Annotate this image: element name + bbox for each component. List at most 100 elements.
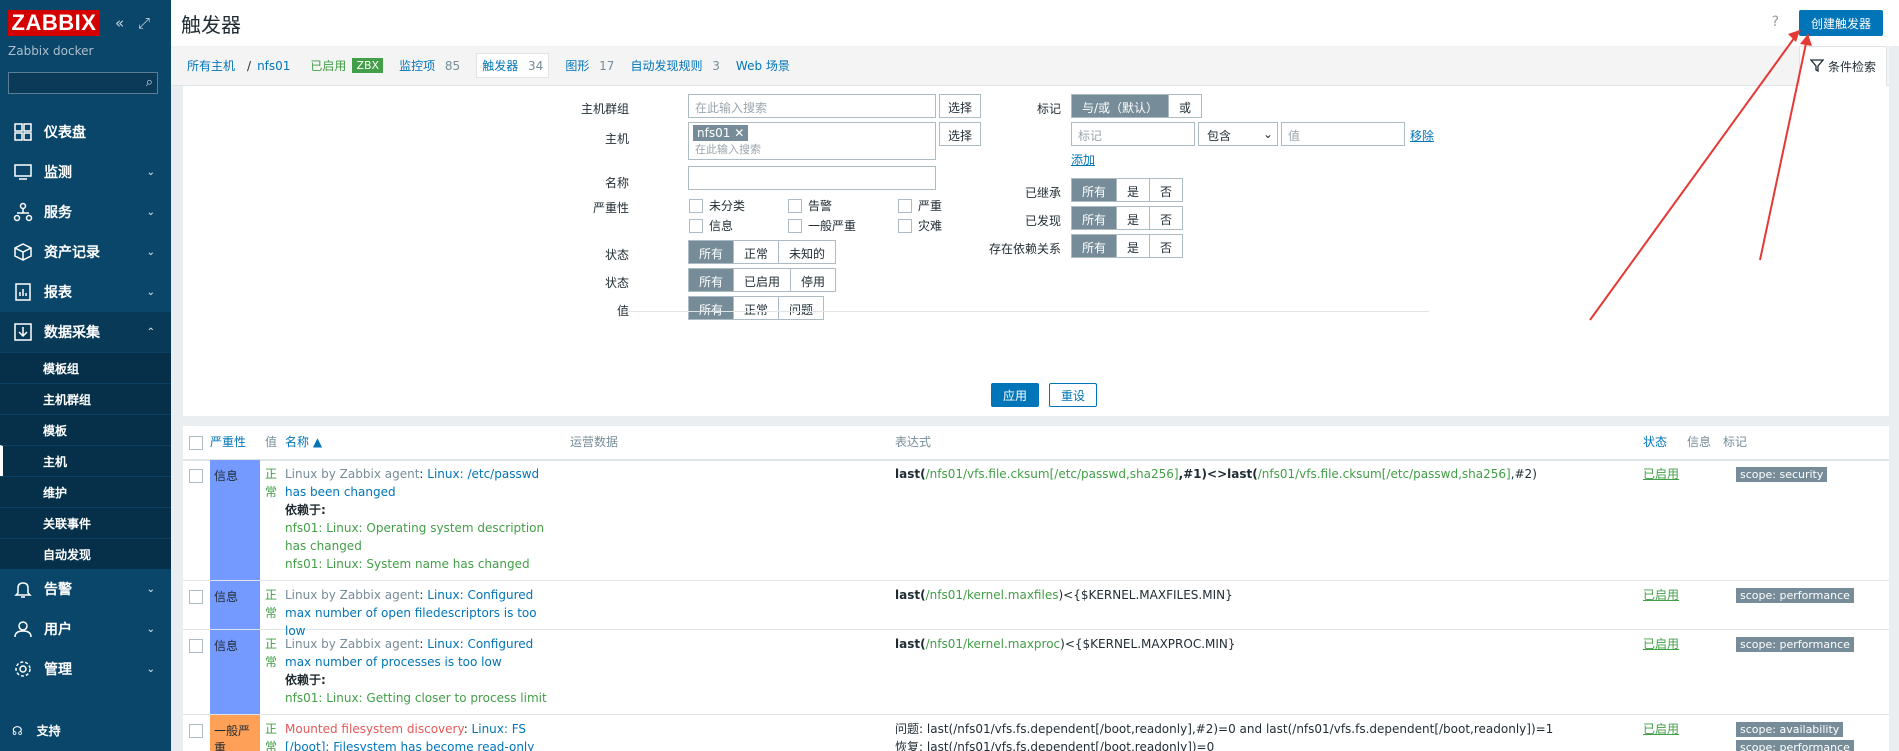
discovered-yes[interactable]: 是 bbox=[1117, 207, 1151, 229]
nav-graphs[interactable]: 图形 17 bbox=[565, 57, 614, 74]
status-link[interactable]: 已启用 bbox=[1643, 460, 1679, 482]
expr-item-link[interactable]: /nfs01/vfs.file.cksum[/etc/passwd,sha256… bbox=[926, 467, 1179, 481]
row-checkbox[interactable] bbox=[189, 590, 203, 604]
severity-average[interactable]: 一般严重 bbox=[788, 217, 856, 234]
menu-data-collection[interactable]: 数据采集 ⌃ bbox=[0, 312, 171, 352]
tags-and-or[interactable]: 与/或（默认） bbox=[1072, 95, 1170, 117]
severity-not-classified[interactable]: 未分类 bbox=[689, 197, 745, 214]
tags-or[interactable]: 或 bbox=[1169, 95, 1202, 117]
submenu-template-groups[interactable]: 模板组 bbox=[0, 352, 171, 383]
tag-badge[interactable]: scope: security bbox=[1736, 467, 1828, 482]
dependencies-all[interactable]: 所有 bbox=[1072, 235, 1118, 257]
submenu-maintenance[interactable]: 维护 bbox=[0, 476, 171, 507]
select-all-checkbox[interactable] bbox=[189, 436, 203, 450]
search-icon[interactable]: ⌕ bbox=[146, 75, 153, 90]
value-problem[interactable]: 问题 bbox=[779, 297, 824, 319]
submenu-templates[interactable]: 模板 bbox=[0, 414, 171, 445]
name-input[interactable] bbox=[688, 166, 936, 190]
status-all[interactable]: 所有 bbox=[689, 269, 735, 291]
remove-chip-icon[interactable]: ✕ bbox=[734, 126, 744, 140]
status-disabled[interactable]: 停用 bbox=[791, 269, 836, 291]
nav-discovery-rules[interactable]: 自动发现规则 3 bbox=[630, 57, 719, 74]
host-chip[interactable]: nfs01 ✕ bbox=[693, 125, 749, 141]
value-all[interactable]: 所有 bbox=[689, 297, 735, 319]
tag-badge[interactable]: scope: availability bbox=[1736, 722, 1844, 737]
menu-dashboard[interactable]: 仪表盘 bbox=[0, 112, 171, 152]
breadcrumb-host[interactable]: nfs01 bbox=[257, 59, 290, 73]
tag-badge[interactable]: scope: performance bbox=[1736, 740, 1854, 751]
filter-tab[interactable]: 条件检索 bbox=[1799, 46, 1887, 86]
host-input[interactable]: nfs01 ✕ 在此输入搜索 bbox=[688, 122, 936, 160]
nav-triggers[interactable]: 触发器 34 bbox=[476, 53, 550, 78]
state-all[interactable]: 所有 bbox=[689, 241, 735, 263]
col-severity[interactable]: 严重性 bbox=[210, 426, 246, 459]
menu-inventory[interactable]: 资产记录 ⌄ bbox=[0, 232, 171, 272]
submenu-discovery[interactable]: 自动发现 bbox=[0, 538, 171, 569]
nav-discovery-label[interactable]: 自动发现规则 bbox=[630, 59, 702, 73]
menu-monitoring[interactable]: 监测 ⌄ bbox=[0, 152, 171, 192]
nav-graphs-label[interactable]: 图形 bbox=[565, 59, 589, 73]
zabbix-logo[interactable]: ZABBIX bbox=[8, 10, 100, 36]
checkbox[interactable] bbox=[898, 198, 912, 213]
checkbox[interactable] bbox=[689, 198, 703, 213]
row-checkbox[interactable] bbox=[189, 469, 203, 483]
expr-item-link[interactable]: /nfs01/kernel.maxproc bbox=[926, 637, 1061, 651]
menu-alerts[interactable]: 告警 ⌄ bbox=[0, 569, 171, 609]
discovered-all[interactable]: 所有 bbox=[1072, 207, 1118, 229]
inherited-yes[interactable]: 是 bbox=[1117, 179, 1151, 201]
tag-badge[interactable]: scope: performance bbox=[1736, 588, 1854, 603]
breadcrumb-all-hosts[interactable]: 所有主机 bbox=[187, 57, 235, 74]
reset-button[interactable]: 重设 bbox=[1049, 383, 1097, 407]
severity-information[interactable]: 信息 bbox=[689, 217, 733, 234]
tag-badge[interactable]: scope: performance bbox=[1736, 637, 1854, 652]
inherited-all[interactable]: 所有 bbox=[1072, 179, 1118, 201]
kiosk-mode-icon[interactable]: ⤢ bbox=[138, 14, 150, 32]
dependency-link[interactable]: nfs01: Linux: Operating system descripti… bbox=[285, 521, 544, 553]
status-link[interactable]: 已启用 bbox=[1643, 630, 1679, 652]
checkbox[interactable] bbox=[788, 198, 802, 213]
dependencies-no[interactable]: 否 bbox=[1150, 235, 1183, 257]
help-icon[interactable]: ? bbox=[1772, 14, 1779, 30]
state-unknown[interactable]: 未知的 bbox=[779, 241, 836, 263]
collapse-sidebar-icon[interactable]: « bbox=[115, 14, 124, 32]
submenu-hosts[interactable]: 主机 bbox=[0, 445, 171, 476]
submenu-host-groups[interactable]: 主机群组 bbox=[0, 383, 171, 414]
template-link[interactable]: Linux by Zabbix agent bbox=[285, 637, 419, 651]
nav-items-label[interactable]: 监控项 bbox=[399, 59, 435, 73]
status-link[interactable]: 已启用 bbox=[1643, 581, 1679, 603]
col-name[interactable]: 名称 ▲ bbox=[285, 426, 322, 459]
nav-web-scenarios[interactable]: Web 场景 bbox=[736, 57, 790, 74]
nav-items[interactable]: 监控项 85 bbox=[399, 57, 460, 74]
status-link[interactable]: 已启用 bbox=[1643, 715, 1679, 737]
state-normal[interactable]: 正常 bbox=[734, 241, 780, 263]
col-status[interactable]: 状态 bbox=[1643, 426, 1667, 459]
menu-services[interactable]: 服务 ⌄ bbox=[0, 192, 171, 232]
menu-users[interactable]: 用户 ⌄ bbox=[0, 609, 171, 649]
checkbox[interactable] bbox=[898, 218, 912, 233]
severity-disaster[interactable]: 灾难 bbox=[898, 217, 942, 234]
row-checkbox[interactable] bbox=[189, 724, 203, 738]
row-checkbox[interactable] bbox=[189, 639, 203, 653]
tag-name-input[interactable]: 标记 bbox=[1071, 122, 1195, 146]
apply-button[interactable]: 应用 bbox=[991, 383, 1039, 407]
dependencies-yes[interactable]: 是 bbox=[1117, 235, 1151, 257]
submenu-event-correlation[interactable]: 关联事件 bbox=[0, 507, 171, 538]
severity-high[interactable]: 严重 bbox=[898, 197, 942, 214]
expr-item-link[interactable]: /nfs01/kernel.maxfiles bbox=[926, 588, 1059, 602]
checkbox[interactable] bbox=[788, 218, 802, 233]
template-link[interactable]: Linux by Zabbix agent bbox=[285, 588, 419, 602]
status-enabled[interactable]: 已启用 bbox=[734, 269, 792, 291]
support-link[interactable]: ☊ 支持 bbox=[12, 722, 61, 739]
discovered-no[interactable]: 否 bbox=[1150, 207, 1183, 229]
nav-triggers-label[interactable]: 触发器 bbox=[482, 59, 518, 73]
dependency-link[interactable]: nfs01: Linux: System name has changed bbox=[285, 557, 530, 571]
checkbox[interactable] bbox=[689, 218, 703, 233]
menu-reports[interactable]: 报表 ⌄ bbox=[0, 272, 171, 312]
value-ok[interactable]: 正常 bbox=[734, 297, 780, 319]
create-trigger-button[interactable]: 创建触发器 bbox=[1799, 10, 1883, 36]
host-select-button[interactable]: 选择 bbox=[939, 122, 982, 146]
expr-item-link[interactable]: /nfs01/vfs.file.cksum[/etc/passwd,sha256… bbox=[1258, 467, 1511, 481]
menu-administration[interactable]: 管理 ⌄ bbox=[0, 649, 171, 689]
host-group-input[interactable]: 在此输入搜索 bbox=[688, 94, 936, 118]
tag-operator-select[interactable]: 包含 ⌄ bbox=[1198, 122, 1278, 146]
